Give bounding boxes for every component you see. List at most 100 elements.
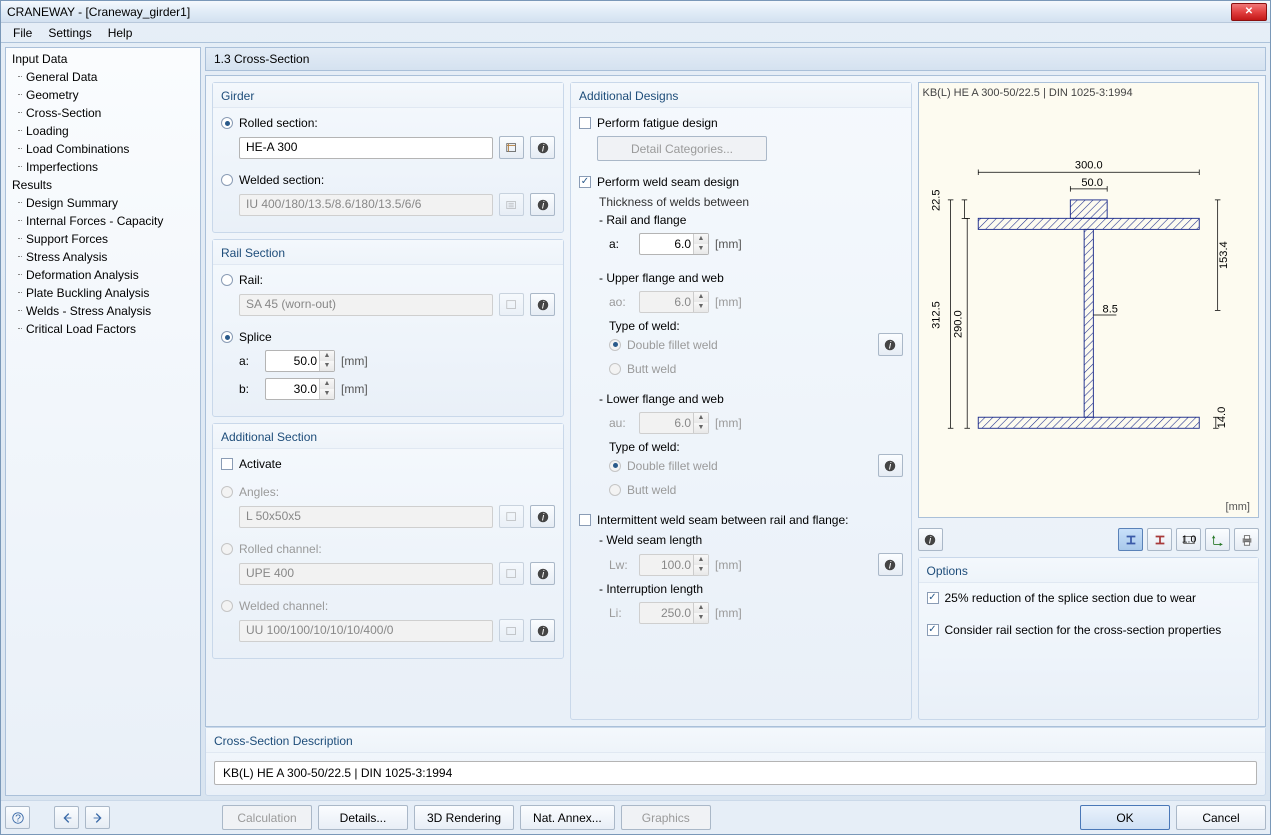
tree-item-general-data[interactable]: General Data <box>8 68 198 86</box>
group-additional-designs: Additional Designs Perform fatigue desig… <box>570 82 912 720</box>
label-lw: Lw: <box>609 558 633 572</box>
btn-cancel[interactable]: Cancel <box>1176 805 1266 830</box>
btn-info-rolled[interactable]: i <box>530 136 555 159</box>
input-splice-b[interactable]: 30.0▲▼ <box>265 378 335 400</box>
input-rolled-section[interactable]: HE-A 300 <box>239 137 493 159</box>
input-weld-a[interactable]: 6.0▲▼ <box>639 233 709 255</box>
check-splice-reduction[interactable] <box>927 592 939 604</box>
btn-view-section[interactable] <box>1118 528 1143 551</box>
tree-item-design-summary[interactable]: Design Summary <box>8 194 198 212</box>
btn-nat-annex[interactable]: Nat. Annex... <box>520 805 615 830</box>
label-rolled-section: Rolled section: <box>239 116 318 130</box>
radio-welded-section[interactable] <box>221 174 233 186</box>
check-fatigue[interactable] <box>579 117 591 129</box>
tree-item-plate-buckling[interactable]: Plate Buckling Analysis <box>8 284 198 302</box>
tree-item-loading[interactable]: Loading <box>8 122 198 140</box>
btn-view-stresses[interactable] <box>1147 528 1172 551</box>
btn-info-welded-ch[interactable]: i <box>530 619 555 642</box>
svg-text:290.0: 290.0 <box>952 310 964 338</box>
check-weld-seam[interactable] <box>579 176 591 188</box>
label-ao: ao: <box>609 295 633 309</box>
label-upper: - Upper flange and web <box>599 271 903 285</box>
tree-item-stress-analysis[interactable]: Stress Analysis <box>8 248 198 266</box>
page-title: 1.3 Cross-Section <box>205 47 1266 71</box>
btn-info-lower[interactable]: i <box>878 454 903 477</box>
close-button[interactable]: ✕ <box>1231 3 1267 21</box>
btn-info-welded[interactable]: i <box>530 193 555 216</box>
library-icon <box>505 141 519 155</box>
tree-item-internal-forces[interactable]: Internal Forces - Capacity <box>8 212 198 230</box>
tree-item-imperfections[interactable]: Imperfections <box>8 158 198 176</box>
spinner-up-icon: ▲ <box>320 379 334 389</box>
titlebar: CRANEWAY - [Craneway_girder1] ✕ <box>1 1 1270 23</box>
spinner-down-icon: ▼ <box>320 389 334 399</box>
tree-item-geometry[interactable]: Geometry <box>8 86 198 104</box>
menu-settings[interactable]: Settings <box>40 24 99 42</box>
group-additional-section: Additional Section Activate Angles: <box>212 423 564 659</box>
label-fillet-lower: Double fillet weld <box>627 459 718 473</box>
tree-item-welds-stress[interactable]: Welds - Stress Analysis <box>8 302 198 320</box>
btn-info-preview[interactable]: i <box>918 528 943 551</box>
label-lower: - Lower flange and web <box>599 392 903 406</box>
input-weld-au: 6.0▲▼ <box>639 412 709 434</box>
btn-info-rail[interactable]: i <box>530 293 555 316</box>
arrow-left-icon <box>60 811 74 825</box>
check-activate[interactable] <box>221 458 233 470</box>
btn-nav-prev[interactable] <box>54 806 79 829</box>
btn-view-values[interactable]: 1.0 <box>1176 528 1201 551</box>
svg-text:300.0: 300.0 <box>1074 160 1102 172</box>
input-welded-section: IU 400/180/13.5/8.6/180/13.5/6/6 <box>239 194 493 216</box>
library-icon <box>505 567 519 581</box>
group-title-girder: Girder <box>213 83 563 108</box>
btn-info-intermittent[interactable]: i <box>878 553 903 576</box>
label-au: au: <box>609 416 633 430</box>
check-intermittent[interactable] <box>579 514 591 526</box>
btn-view-axes[interactable] <box>1205 528 1230 551</box>
menu-file[interactable]: File <box>5 24 40 42</box>
btn-details[interactable]: Details... <box>318 805 408 830</box>
btn-help[interactable]: ? <box>5 806 30 829</box>
nav-tree: Input Data General Data Geometry Cross-S… <box>5 47 201 796</box>
tree-item-deformation-analysis[interactable]: Deformation Analysis <box>8 266 198 284</box>
label-int-len-hdr: - Interruption length <box>599 582 903 596</box>
svg-text:8.5: 8.5 <box>1102 303 1117 315</box>
radio-rail[interactable] <box>221 274 233 286</box>
btn-3d-rendering[interactable]: 3D Rendering <box>414 805 514 830</box>
btn-ok[interactable]: OK <box>1080 805 1170 830</box>
svg-text:312.5: 312.5 <box>930 301 942 329</box>
tree-item-support-forces[interactable]: Support Forces <box>8 230 198 248</box>
label-rolled-channel: Rolled channel: <box>239 542 322 556</box>
check-consider-rail[interactable] <box>927 624 939 636</box>
radio-splice[interactable] <box>221 331 233 343</box>
radio-rolled-section[interactable] <box>221 117 233 129</box>
tree-item-critical-load[interactable]: Critical Load Factors <box>8 320 198 338</box>
menu-help[interactable]: Help <box>100 24 141 42</box>
input-description[interactable]: KB(L) HE A 300-50/22.5 | DIN 1025-3:1994 <box>214 761 1257 785</box>
btn-calculation: Calculation <box>222 805 312 830</box>
btn-info-rolled-ch[interactable]: i <box>530 562 555 585</box>
tree-item-load-combinations[interactable]: Load Combinations <box>8 140 198 158</box>
label-rail-flange: - Rail and flange <box>599 213 903 227</box>
btn-info-angles[interactable]: i <box>530 505 555 528</box>
label-welded-channel: Welded channel: <box>239 599 328 613</box>
btn-info-upper[interactable]: i <box>878 333 903 356</box>
group-girder: Girder Rolled section: HE-A 300 i <box>212 82 564 233</box>
info-icon: i <box>536 567 550 581</box>
btn-nav-next[interactable] <box>85 806 110 829</box>
radio-butt-lower <box>609 484 621 496</box>
radio-fillet-upper <box>609 339 621 351</box>
input-splice-a[interactable]: 50.0▲▼ <box>265 350 335 372</box>
radio-rolled-channel <box>221 543 233 555</box>
btn-print-preview[interactable] <box>1234 528 1259 551</box>
input-rolled-channel: UPE 400 <box>239 563 493 585</box>
spinner-down-icon: ▼ <box>320 361 334 371</box>
tree-group-results: Results <box>8 176 198 194</box>
preview-title: KB(L) HE A 300-50/22.5 | DIN 1025-3:1994 <box>923 87 1255 99</box>
label-fatigue: Perform fatigue design <box>597 116 718 130</box>
label-type1: Type of weld: <box>599 319 903 333</box>
tree-item-cross-section[interactable]: Cross-Section <box>8 104 198 122</box>
tree-group-input: Input Data <box>8 50 198 68</box>
info-icon: i <box>536 624 550 638</box>
btn-library-rolled[interactable] <box>499 136 524 159</box>
svg-text:50.0: 50.0 <box>1081 177 1103 189</box>
